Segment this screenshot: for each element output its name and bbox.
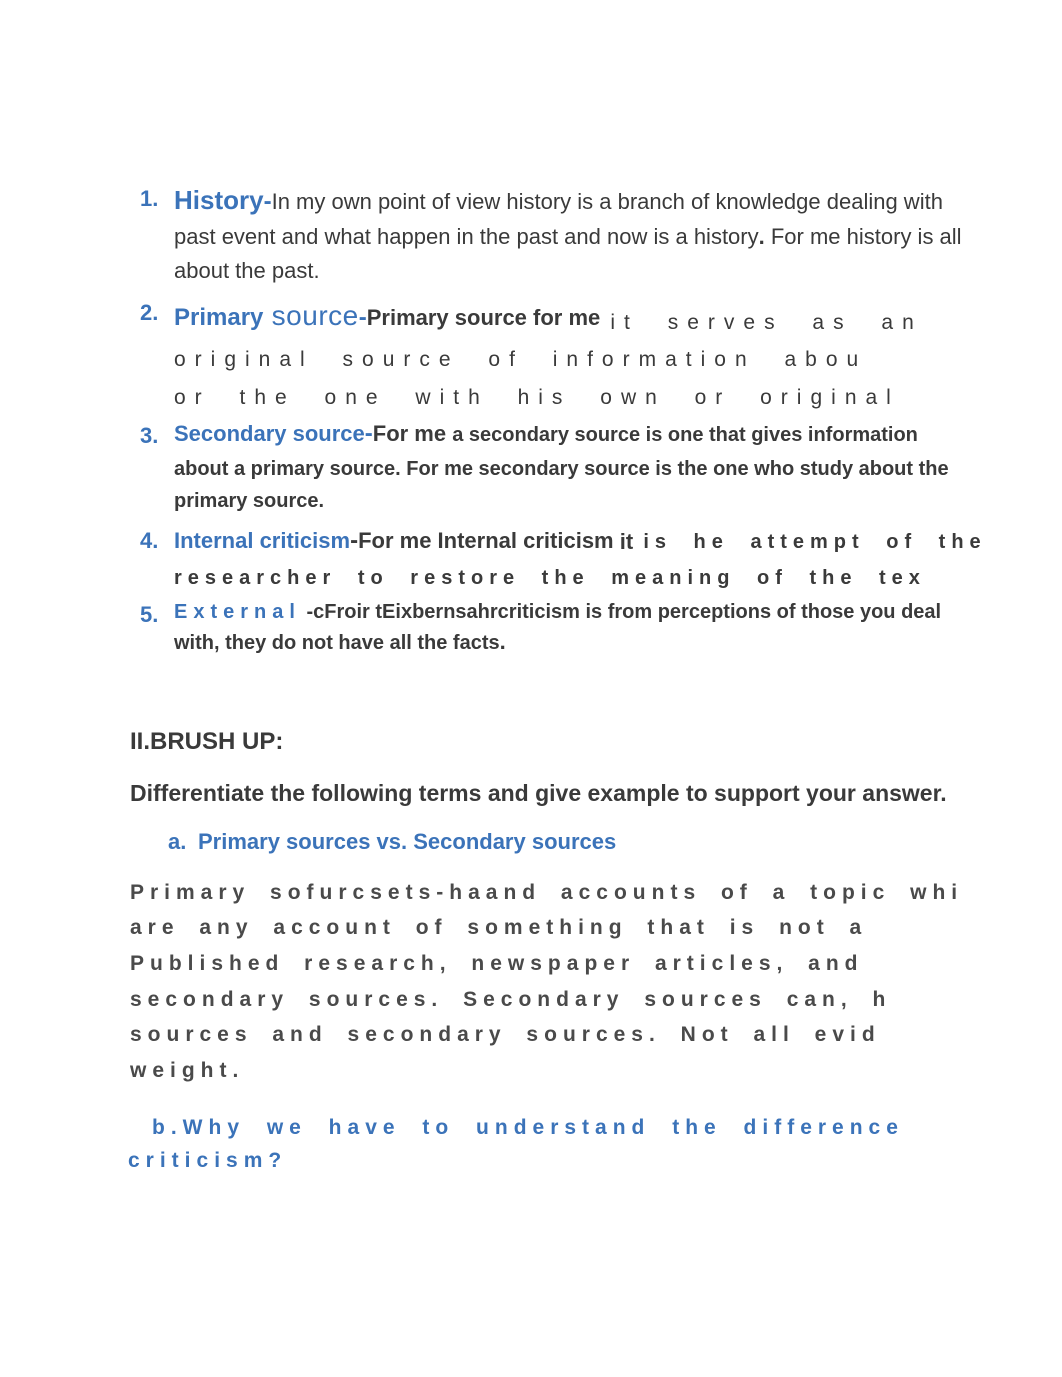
list-item-secondary: 3. Secondary source-For me a secondary s… — [140, 417, 962, 516]
secondary-lead: For me — [373, 421, 452, 446]
answer-paragraph: Primary sofurcsets-haand accounts of a t… — [130, 875, 962, 1089]
item-number: 3. — [140, 417, 174, 516]
para-line: secondary sources. Secondary sources can… — [130, 982, 962, 1018]
list-item-primary: 2. Primary source-Primary source for me … — [140, 294, 962, 414]
sub-question-b: b.Why we have to understand the differen… — [152, 1111, 962, 1178]
internal-it: it — [620, 529, 633, 554]
primary-lead: Primary source for me — [367, 305, 601, 330]
sub-b-text-2: criticism? — [128, 1144, 962, 1178]
internal-spaced-2: researcher to restore the meaning of the… — [174, 563, 987, 594]
term-source: source — [263, 300, 358, 331]
dash: - — [350, 527, 358, 554]
item-number: 1. — [140, 180, 174, 288]
list-item-history: 1. History-In my own point of view histo… — [140, 180, 962, 288]
dash: - — [365, 420, 373, 447]
dash: - — [359, 304, 367, 331]
item-body: Internal criticism-For me Internal criti… — [174, 522, 987, 594]
item-number: 2. — [140, 294, 174, 414]
sub-letter: b. — [152, 1116, 183, 1139]
period: . — [500, 629, 506, 654]
primary-spaced-1: it serves as an — [610, 311, 922, 334]
dash: - — [264, 188, 272, 215]
internal-spaced-1: is he attempt of the — [643, 531, 986, 553]
sub-question-a: a. Primary sources vs. Secondary sources — [168, 829, 962, 855]
item-body: Primary source-Primary source for me it … — [174, 294, 962, 414]
term-external: External — [174, 601, 301, 623]
term-history: History — [174, 185, 264, 215]
para-line: Published research, newspaper articles, … — [130, 946, 962, 982]
external-mid: -cFroir tEixbernsahr — [301, 601, 498, 623]
item-body: External -cFroir tEixbernsahrcriticism i… — [174, 596, 962, 658]
list-item-external: 5. External -cFroir tEixbernsahrcriticis… — [140, 596, 962, 658]
item-number: 4. — [140, 522, 174, 594]
term-secondary: Secondary source — [174, 421, 365, 446]
document-page: 1. History-In my own point of view histo… — [0, 0, 1062, 1238]
list-item-internal: 4. Internal criticism-For me Internal cr… — [140, 522, 962, 594]
item-number: 5. — [140, 596, 174, 658]
para-line: are any account of something that is not… — [130, 910, 962, 946]
sub-b-text: Why we have to understand the difference — [183, 1116, 904, 1139]
term-primary: Primary — [174, 304, 263, 331]
sub-letter: a. — [168, 829, 198, 855]
primary-spaced-2: original source of information abou — [174, 344, 962, 377]
primary-spaced-3: or the one with his own or original — [174, 382, 962, 415]
internal-lead1: For me — [358, 528, 437, 553]
item-body: History-In my own point of view history … — [174, 180, 962, 288]
para-line: weight. — [130, 1053, 962, 1089]
section-instruction: Differentiate the following terms and gi… — [130, 774, 962, 813]
internal-lead2: Internal criticism — [438, 528, 620, 553]
item-body: Secondary source-For me a secondary sour… — [174, 417, 962, 516]
sub-a-title: Primary sources vs. Secondary sources — [198, 829, 616, 855]
term-internal: Internal criticism — [174, 528, 350, 553]
para-line: Primary sofurcsets-haand accounts of a t… — [130, 875, 962, 911]
para-line: sources and secondary sources. Not all e… — [130, 1017, 962, 1053]
section-heading-brush-up: II.BRUSH UP: — [130, 728, 962, 756]
